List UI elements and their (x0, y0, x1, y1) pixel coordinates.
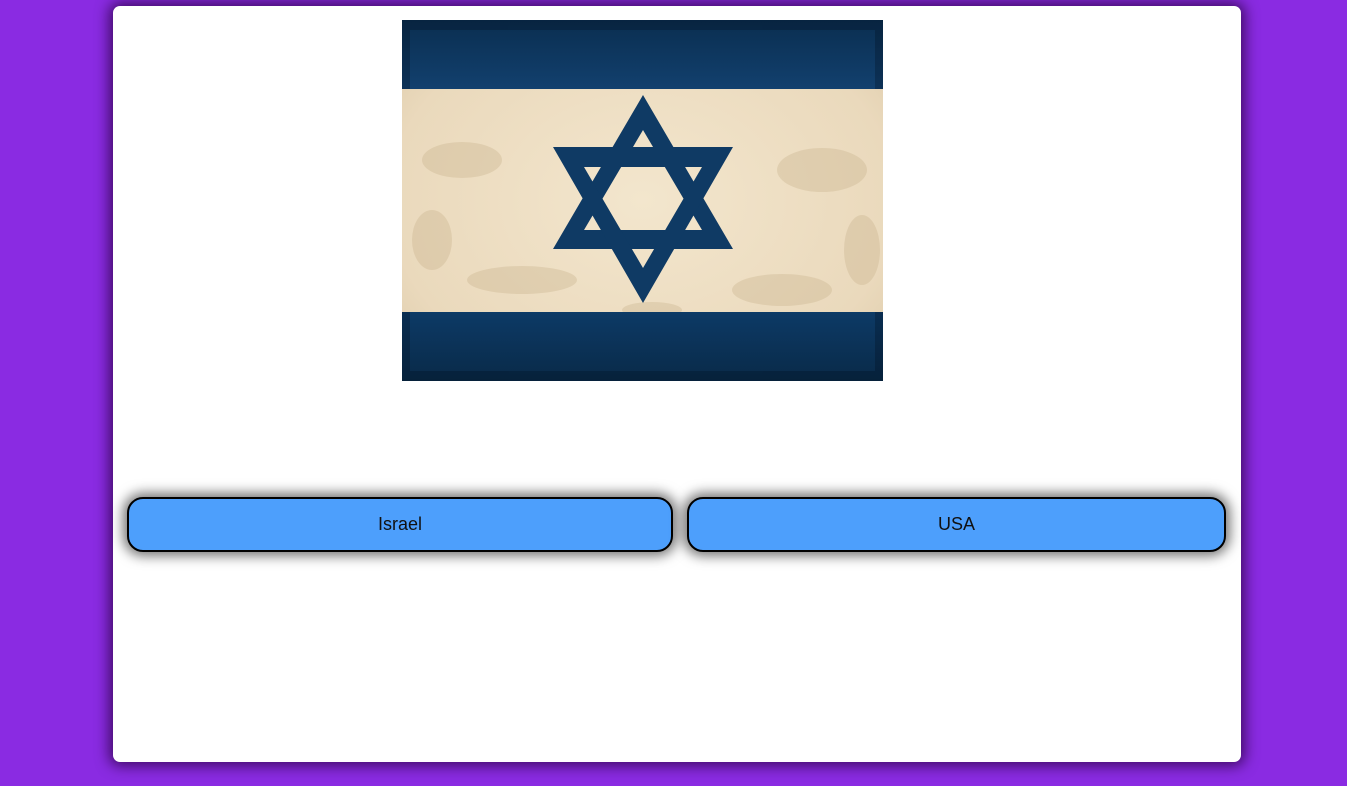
israel-flag-icon (402, 20, 883, 381)
flag-top-stripe (402, 20, 883, 89)
answer-button-israel[interactable]: Israel (127, 497, 673, 552)
answer-button-usa[interactable]: USA (687, 497, 1226, 552)
quiz-card: Israel USA (113, 6, 1241, 762)
flag-bottom-stripe (402, 312, 883, 381)
answer-options: Israel USA (127, 497, 1227, 552)
